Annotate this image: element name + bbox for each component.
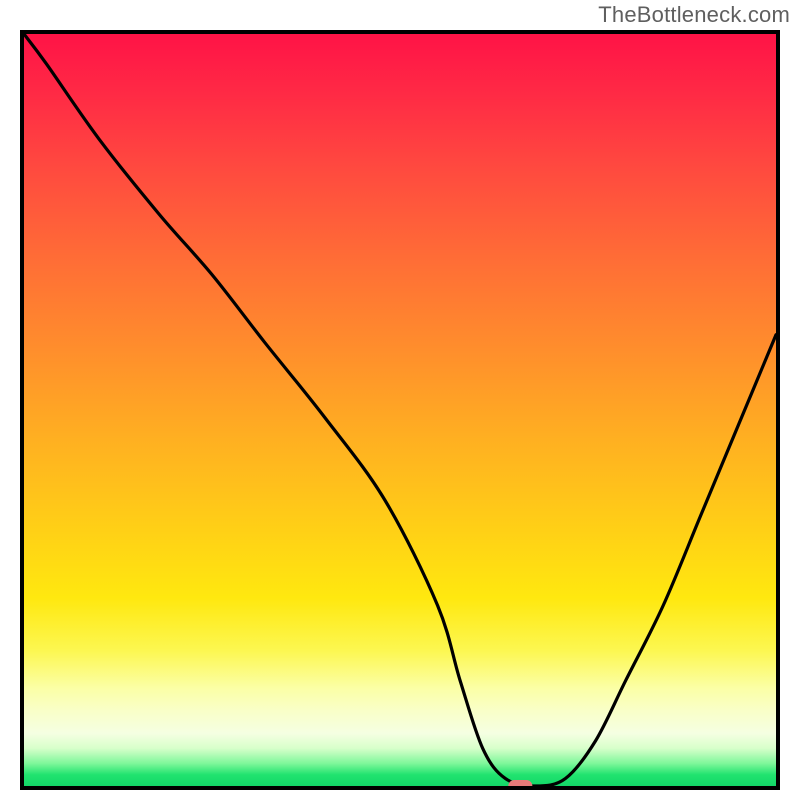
watermark-text: TheBottleneck.com <box>598 2 790 28</box>
curve-svg <box>24 34 776 786</box>
plot-area <box>20 30 780 790</box>
bottleneck-curve <box>24 34 776 786</box>
optimal-point-marker <box>508 780 532 786</box>
chart-container: TheBottleneck.com <box>0 0 800 800</box>
